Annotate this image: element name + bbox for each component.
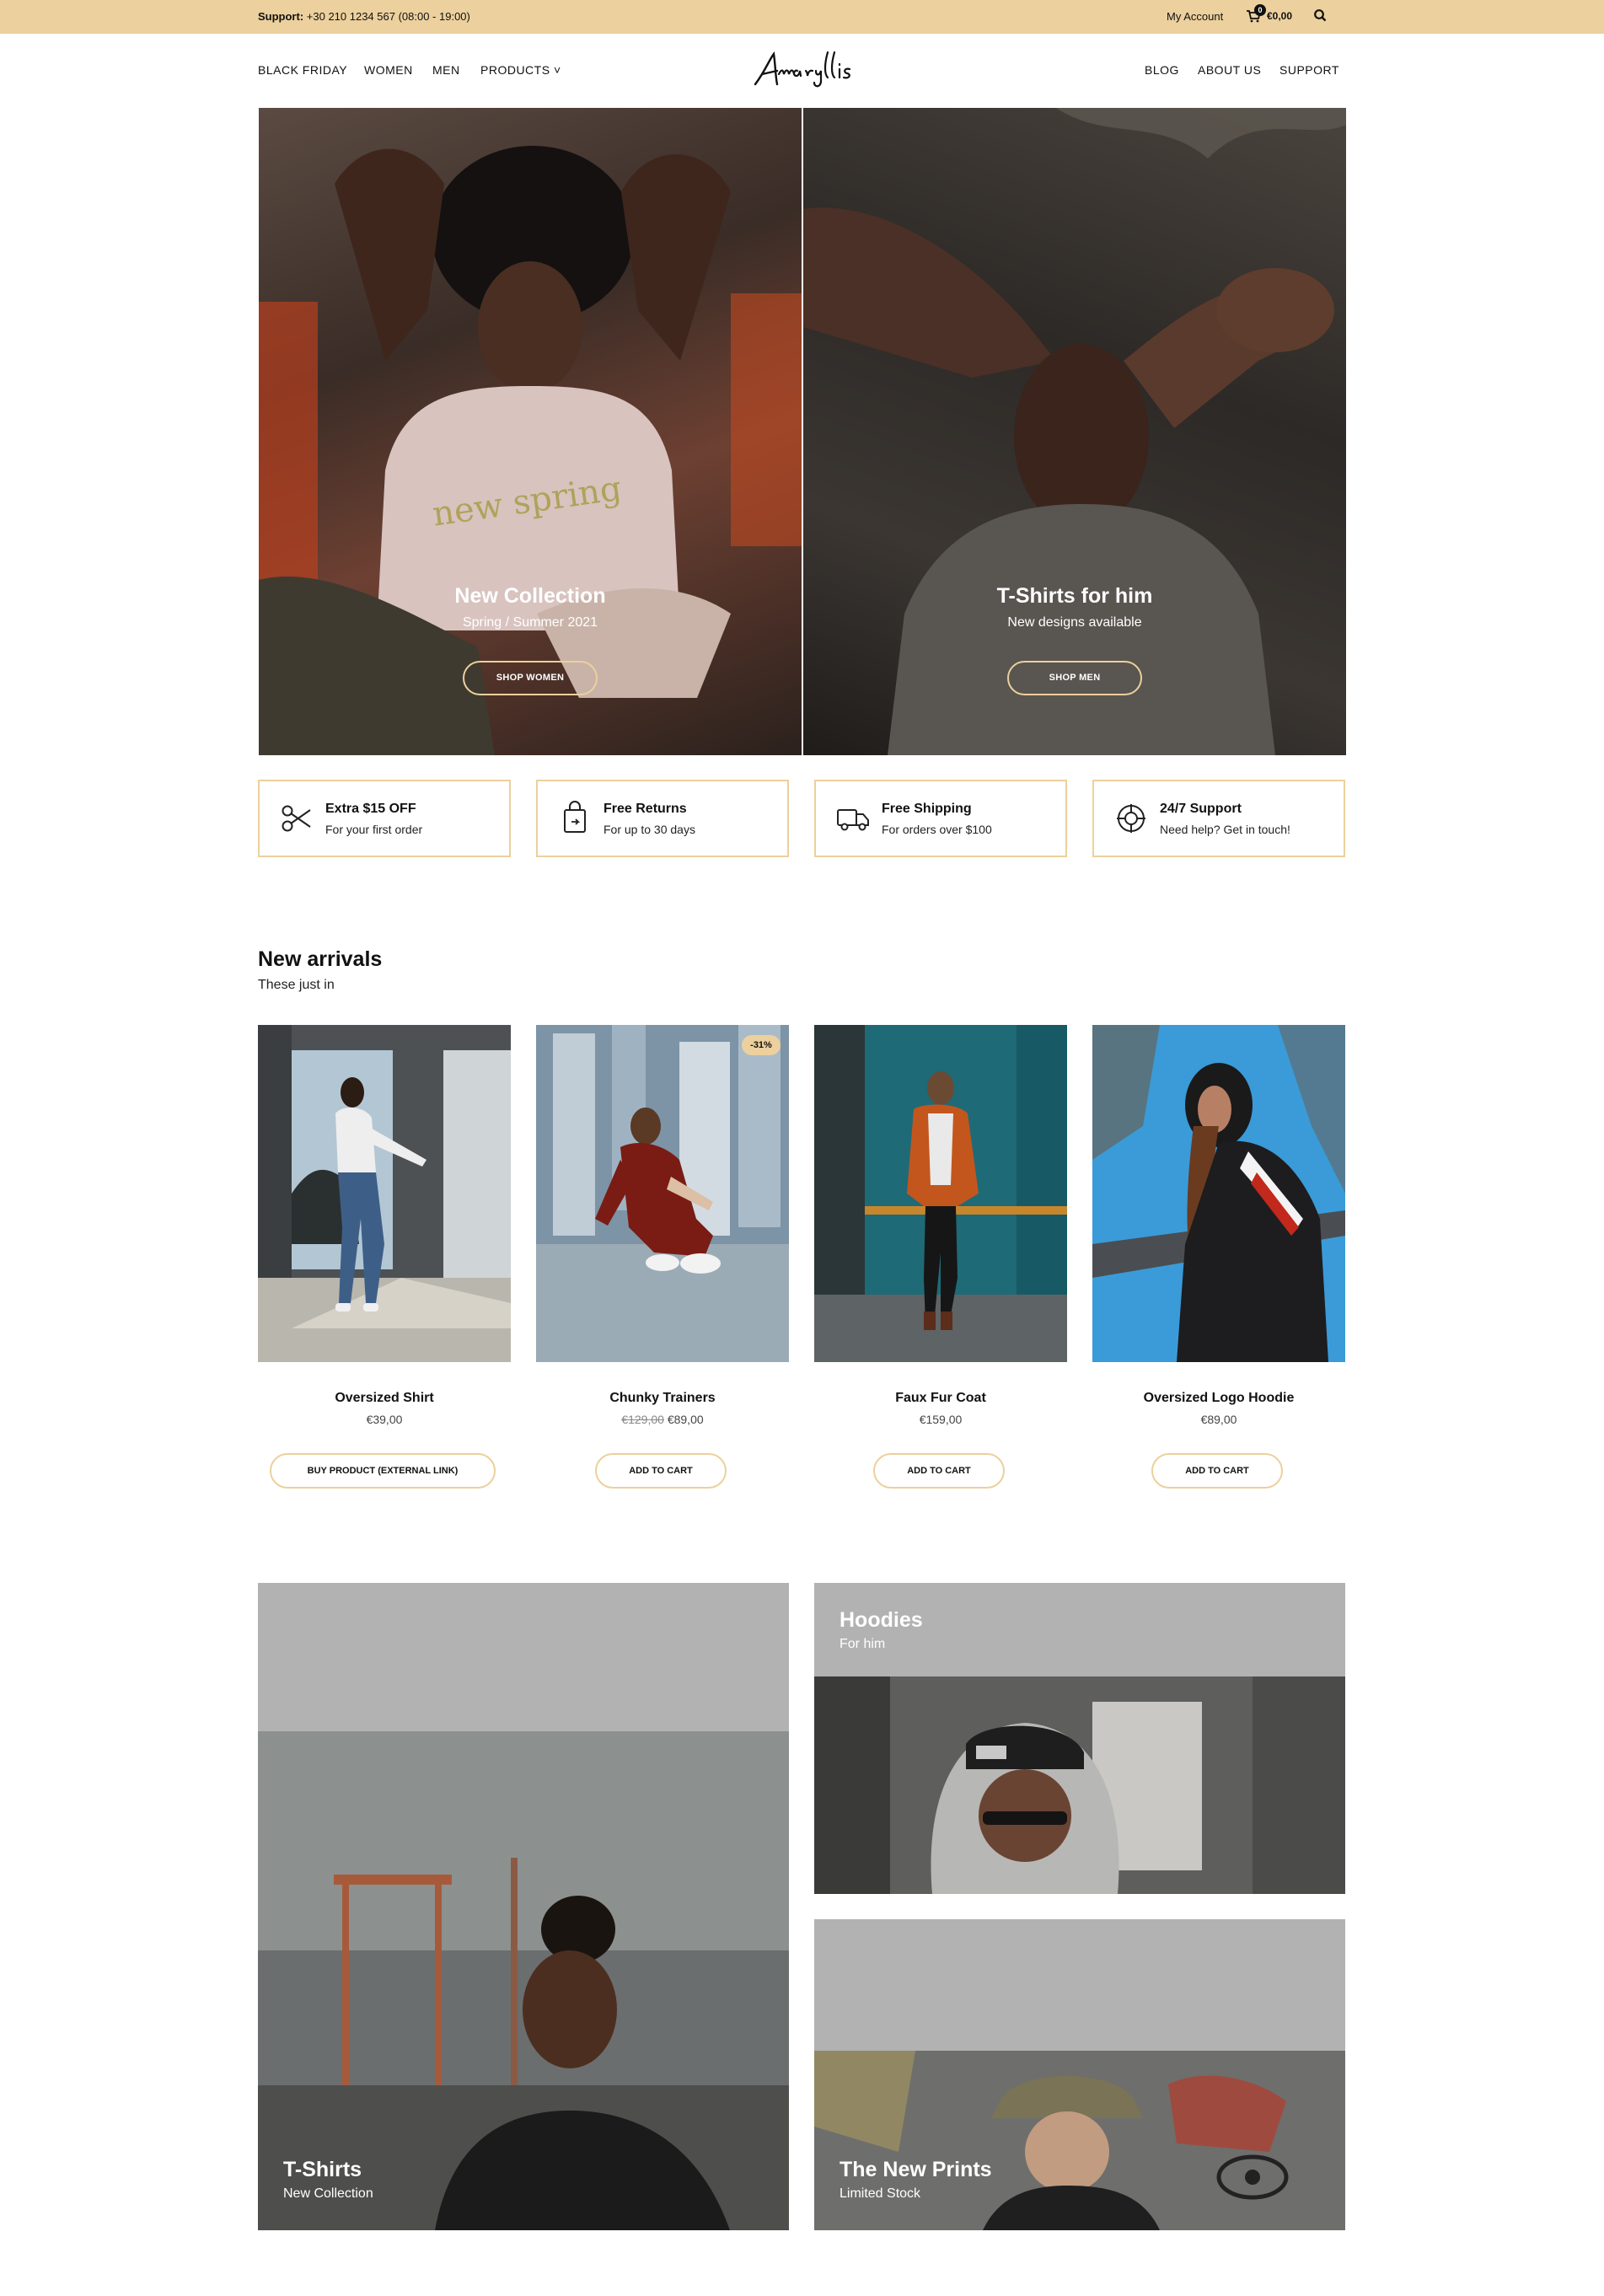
feature-discount: Extra $15 OFF For your first order — [258, 780, 511, 857]
hero-women-subtitle: Spring / Summer 2021 — [462, 615, 598, 630]
hero-banner-men[interactable]: T-Shirts for him New designs available S… — [803, 108, 1346, 755]
category-tshirts[interactable]: T-Shirts New Collection — [258, 1583, 789, 2230]
nav-item-about-us[interactable]: ABOUT US — [1198, 63, 1261, 77]
product-price: €159,00 — [814, 1413, 1067, 1426]
add-to-cart-button[interactable]: ADD TO CART — [873, 1453, 1005, 1489]
hero-women-title: New Collection — [454, 584, 606, 608]
cart-button[interactable]: 0 €0,00 — [1246, 4, 1296, 26]
current-price: €39,00 — [366, 1413, 403, 1426]
main-navigation: BLACK FRIDAY WOMEN MEN PRODUCTS ˅ BLOG A… — [0, 34, 1604, 108]
product-name[interactable]: Faux Fur Coat — [814, 1391, 1067, 1406]
old-price: €129,00 — [621, 1413, 664, 1426]
support-phone[interactable]: +30 210 1234 567 (08:00 - 19:00) — [307, 10, 470, 23]
product-name[interactable]: Oversized Shirt — [258, 1391, 511, 1406]
feature-support: 24/7 Support Need help? Get in touch! — [1092, 780, 1345, 857]
category-hoodies-photo — [814, 1676, 1345, 1894]
feature-returns: Free Returns For up to 30 days — [536, 780, 789, 857]
category-subtitle: New Collection — [283, 2186, 373, 2201]
product-name[interactable]: Chunky Trainers — [536, 1391, 789, 1406]
product-image-oversized-logo-hoodie[interactable] — [1092, 1025, 1345, 1362]
nav-item-blog[interactable]: BLOG — [1145, 63, 1179, 77]
new-arrivals-title: New arrivals — [258, 947, 383, 971]
category-title: T-Shirts — [283, 2158, 362, 2181]
category-title: Hoodies — [840, 1608, 923, 1632]
feature-subtitle: For orders over $100 — [882, 823, 992, 836]
nav-item-women[interactable]: WOMEN — [364, 63, 413, 77]
feature-subtitle: For your first order — [325, 823, 423, 836]
cart-total: €0,00 — [1267, 10, 1293, 22]
my-account-link[interactable]: My Account — [1167, 10, 1223, 23]
nav-item-black-friday[interactable]: BLACK FRIDAY — [258, 63, 347, 77]
hero-women-photo: new spring — [259, 146, 802, 755]
buy-product-button[interactable]: BUY PRODUCT (EXTERNAL LINK) — [270, 1453, 496, 1489]
new-arrivals-subtitle: These just in — [258, 978, 335, 992]
category-tshirts-photo — [258, 1731, 789, 2230]
cart-count-badge: 0 — [1254, 4, 1266, 16]
category-subtitle: For him — [840, 1637, 886, 1651]
nav-item-support[interactable]: SUPPORT — [1279, 63, 1339, 77]
scissors-icon — [282, 805, 311, 832]
shop-men-button[interactable]: SHOP MEN — [1007, 661, 1142, 695]
hero-men-title: T-Shirts for him — [996, 584, 1153, 608]
product-price: €89,00 — [1092, 1413, 1345, 1426]
shopping-bag-icon — [564, 801, 586, 833]
truck-icon — [837, 809, 869, 831]
category-hoodies[interactable]: Hoodies For him — [814, 1583, 1345, 1894]
nav-item-men[interactable]: MEN — [432, 63, 460, 77]
support-info: Support: +30 210 1234 567 (08:00 - 19:00… — [258, 10, 470, 23]
current-price: €159,00 — [919, 1413, 963, 1426]
add-to-cart-button[interactable]: ADD TO CART — [1151, 1453, 1283, 1489]
nav-item-products[interactable]: PRODUCTS ˅ — [480, 63, 561, 77]
feature-subtitle: Need help? Get in touch! — [1160, 823, 1290, 836]
feature-title: Extra $15 OFF — [325, 802, 416, 816]
product-price: €129,00 €89,00 — [536, 1413, 789, 1426]
product-image-oversized-shirt[interactable] — [258, 1025, 511, 1362]
product-name[interactable]: Oversized Logo Hoodie — [1092, 1391, 1345, 1406]
current-price: €89,00 — [667, 1413, 704, 1426]
lifebuoy-icon — [1117, 804, 1145, 833]
category-subtitle: Limited Stock — [840, 2186, 921, 2201]
category-new-prints[interactable]: The New Prints Limited Stock — [814, 1919, 1345, 2230]
feature-shipping: Free Shipping For orders over $100 — [814, 780, 1067, 857]
hero-men-photo — [803, 108, 1346, 755]
sale-badge: -31% — [742, 1035, 781, 1055]
current-price: €89,00 — [1200, 1413, 1237, 1426]
search-icon[interactable] — [1313, 8, 1328, 23]
shop-women-button[interactable]: SHOP WOMEN — [463, 661, 598, 695]
feature-title: Free Returns — [604, 802, 687, 816]
hero-banner-women[interactable]: new spring New Collection Spring / Summe… — [259, 108, 802, 755]
add-to-cart-button[interactable]: ADD TO CART — [595, 1453, 727, 1489]
product-price: €39,00 — [258, 1413, 511, 1426]
amaryllis-logo[interactable] — [750, 46, 855, 96]
feature-title: 24/7 Support — [1160, 802, 1242, 816]
top-bar: Support: +30 210 1234 567 (08:00 - 19:00… — [0, 0, 1604, 34]
product-image-faux-fur-coat[interactable] — [814, 1025, 1067, 1362]
feature-subtitle: For up to 30 days — [604, 823, 695, 836]
feature-title: Free Shipping — [882, 802, 972, 816]
category-title: The New Prints — [840, 2158, 992, 2181]
category-new-prints-photo — [814, 2051, 1345, 2230]
hero-men-subtitle: New designs available — [1007, 615, 1142, 630]
support-label: Support: — [258, 10, 304, 23]
product-image-chunky-trainers[interactable] — [536, 1025, 789, 1362]
